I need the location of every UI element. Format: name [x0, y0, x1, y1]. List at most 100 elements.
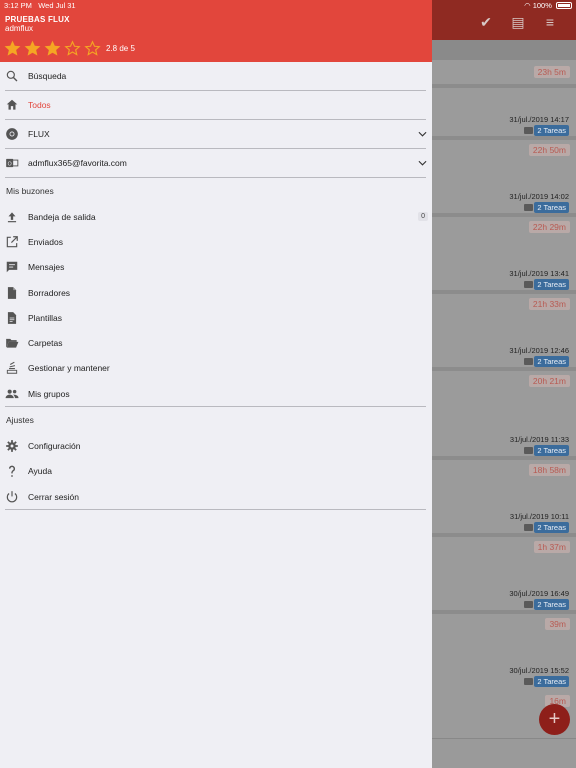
tasks-badge: 2 Tareas [534, 356, 569, 367]
star-outline-icon [84, 39, 101, 56]
item-date: 30/jul./2019 15:52 [509, 666, 569, 675]
camera-icon [524, 678, 533, 685]
groups-item[interactable]: Mis grupos [0, 381, 432, 406]
battery-icon [556, 2, 572, 9]
chat-icon[interactable]: ▤ [510, 14, 526, 30]
svg-text:O: O [8, 161, 12, 167]
list-item[interactable]: 30/jul./2019 16:49 2 Tareas 39m [432, 588, 576, 630]
status-right: ◠ 100% [524, 1, 572, 10]
outlook-icon: O [6, 158, 19, 167]
help-item[interactable]: Ayuda [0, 459, 432, 484]
row-separator [432, 456, 576, 460]
chevron-down-icon[interactable] [418, 130, 427, 139]
groups-label: Mis grupos [28, 388, 70, 399]
configuration-label: Configuración [28, 441, 81, 452]
list-item[interactable]: 31/jul./2019 14:17 2 Tareas 22h 50m [432, 114, 576, 156]
chevron-down-icon[interactable] [418, 159, 427, 168]
camera-icon [524, 447, 533, 454]
row-separator [432, 367, 576, 371]
row-separator [432, 533, 576, 537]
list-item[interactable]: 31/jul./2019 10:11 2 Tareas 1h 37m [432, 511, 576, 553]
template-icon [7, 311, 17, 324]
list-item[interactable]: 31/jul./2019 11:33 2 Tareas 18h 58m [432, 434, 576, 476]
item-date: 31/jul./2019 14:17 [509, 115, 569, 124]
list-item[interactable]: 31/jul./2019 14:02 2 Tareas 22h 29m [432, 191, 576, 233]
rating: 2.8 de 5 [3, 38, 135, 58]
check-circle-icon[interactable]: ✔ [478, 14, 494, 30]
message-icon [6, 261, 18, 273]
item-date: 31/jul./2019 11:33 [509, 435, 569, 444]
elapsed-badge: 23h 5m [533, 66, 570, 78]
tasks-badge: 2 Tareas [534, 279, 569, 290]
mailboxes-section: Mis buzones [0, 178, 432, 204]
elapsed-badge: 20h 21m [528, 375, 570, 387]
messages-label: Mensajes [28, 262, 65, 273]
logout-item[interactable]: Cerrar sesión [0, 484, 432, 509]
row-separator [432, 84, 576, 88]
open-external-icon [6, 236, 18, 248]
sort-icon[interactable]: ≡ [542, 14, 558, 30]
row-separator [432, 290, 576, 294]
camera-icon [524, 601, 533, 608]
manage-item[interactable]: Gestionar y mantener [0, 356, 432, 381]
row-separator [432, 136, 576, 140]
item-date: 31/jul./2019 14:02 [509, 192, 569, 201]
tasks-badge: 2 Tareas [534, 445, 569, 456]
list-item[interactable]: 31/jul./2019 13:41 2 Tareas 21h 33m [432, 268, 576, 310]
tasks-badge: 2 Tareas [534, 202, 569, 213]
gear-icon [6, 440, 18, 452]
templates-item[interactable]: Plantillas [0, 305, 432, 330]
camera-icon [524, 204, 533, 211]
tasks-badge: 2 Tareas [534, 676, 569, 687]
battery-percent: 100% [532, 1, 552, 10]
settings-section: Ajustes [0, 407, 432, 433]
add-fab-button[interactable]: + [539, 704, 570, 735]
elapsed-badge: 21h 33m [528, 298, 570, 310]
list-item[interactable]: 31/jul./2019 12:46 2 Tareas 20h 21m [432, 345, 576, 387]
elapsed-badge: 1h 37m [533, 541, 570, 553]
status-bar: 3:12 PM Wed Jul 31 ◠ 100% [0, 0, 576, 12]
group-icon [5, 389, 19, 398]
elapsed-badge: 22h 50m [528, 144, 570, 156]
camera-icon [524, 524, 533, 531]
manage-label: Gestionar y mantener [28, 363, 110, 374]
configuration-item[interactable]: Configuración [0, 433, 432, 458]
outbox-count: 0 [418, 212, 428, 222]
navigation-drawer: PRUEBAS FLUX admflux 2.8 de 5 Búsqueda T… [0, 0, 432, 768]
item-date: 31/jul./2019 10:11 [509, 512, 569, 521]
flux-item[interactable]: FLUX [0, 120, 432, 148]
outbox-label: Bandeja de salida [28, 211, 96, 222]
camera-icon [524, 127, 533, 134]
elapsed-badge: 39m [545, 618, 570, 630]
folders-label: Carpetas [28, 338, 63, 349]
help-label: Ayuda [28, 466, 52, 477]
logout-label: Cerrar sesión [28, 491, 80, 502]
item-date: 31/jul./2019 12:46 [509, 346, 569, 355]
camera-icon [524, 358, 533, 365]
folders-item[interactable]: Carpetas [0, 330, 432, 355]
tasks-badge: 2 Tareas [534, 599, 569, 610]
sent-item[interactable]: Enviados [0, 229, 432, 254]
account-label: admflux365@favorita.com [28, 158, 127, 168]
star-filled-icon [4, 40, 21, 56]
todos-item[interactable]: Todos [0, 91, 432, 119]
search-item[interactable]: Búsqueda [0, 62, 432, 90]
elapsed-badge: 22h 29m [528, 221, 570, 233]
list-item[interactable]: 23h 5m [432, 64, 576, 78]
folder-open-icon [6, 339, 19, 348]
todos-label: Todos [28, 100, 51, 110]
document-icon [7, 286, 17, 299]
item-date: 31/jul./2019 13:41 [509, 269, 569, 278]
drawer-menu: Búsqueda Todos FLUX O admflux365@favorit… [0, 62, 432, 511]
drafts-item[interactable]: Borradores [0, 280, 432, 305]
list-item[interactable]: 30/jul./2019 15:52 2 Tareas 16m [432, 665, 576, 707]
drafts-label: Borradores [28, 287, 71, 298]
row-separator [432, 213, 576, 217]
outbox-item[interactable]: Bandeja de salida 0 [0, 204, 432, 229]
upload-icon [7, 211, 17, 222]
account-title: PRUEBAS FLUX [5, 15, 70, 24]
power-icon [6, 490, 18, 502]
elapsed-badge: 18h 58m [528, 464, 570, 476]
messages-item[interactable]: Mensajes [0, 255, 432, 280]
account-item[interactable]: O admflux365@favorita.com [0, 149, 432, 177]
